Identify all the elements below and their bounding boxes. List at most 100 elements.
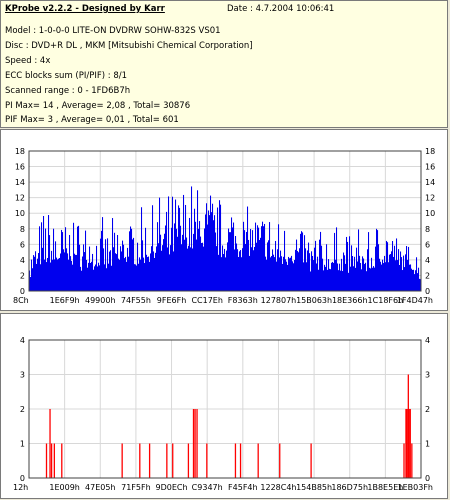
pi-bar xyxy=(63,249,65,291)
pi-bar xyxy=(82,256,84,291)
pi-bar xyxy=(67,253,69,291)
y-tick-right: 10 xyxy=(425,209,435,218)
x-tick: 186D75h xyxy=(331,483,368,492)
pi-bar xyxy=(402,270,404,291)
pi-bar xyxy=(301,231,303,291)
x-tick: C9347h xyxy=(192,483,223,492)
pi-bar xyxy=(102,217,104,291)
pi-bar xyxy=(289,258,291,291)
pi-bar xyxy=(342,271,344,291)
pi-bar xyxy=(380,261,382,291)
pi-bar xyxy=(305,248,307,291)
pi-bar xyxy=(227,242,229,291)
pi-bar xyxy=(34,256,36,291)
pi-bar xyxy=(348,272,350,291)
x-tick: 12h xyxy=(13,483,28,492)
pif-bar xyxy=(411,443,413,478)
pi-bar xyxy=(193,233,195,291)
pi-bar xyxy=(379,258,381,291)
pi-bar xyxy=(221,257,223,291)
pi-bar xyxy=(249,255,251,291)
pi-bar xyxy=(256,242,258,291)
pi-bar xyxy=(222,245,224,291)
pi-bar xyxy=(254,246,256,291)
pi-bar xyxy=(262,221,264,291)
pi-bar xyxy=(172,196,174,291)
pi-bar xyxy=(47,257,49,291)
pi-bar xyxy=(362,256,364,291)
pi-bar xyxy=(139,257,141,291)
pi-bar xyxy=(158,243,160,291)
pi-bar xyxy=(223,254,225,291)
pi-bar xyxy=(44,259,46,291)
pi-bar xyxy=(266,259,268,291)
pi-bar xyxy=(154,257,156,291)
pi-bar xyxy=(146,254,148,291)
pi-bar xyxy=(282,263,284,291)
pi-bar xyxy=(155,252,157,291)
pi-bar xyxy=(307,250,309,291)
pi-bar xyxy=(276,261,278,291)
pi-bar xyxy=(257,225,259,291)
pi-bar xyxy=(112,218,114,291)
pi-bar xyxy=(196,239,198,291)
pi-bar xyxy=(159,197,161,291)
y-tick-right: 0 xyxy=(425,474,430,483)
pi-bar xyxy=(391,251,393,291)
pi-bar xyxy=(204,228,206,291)
pi-bar xyxy=(161,250,163,291)
pi-bar xyxy=(361,269,363,291)
pi-bar xyxy=(239,251,241,291)
x-tick: 127807h xyxy=(261,296,297,305)
pi-bar xyxy=(324,264,326,291)
pi-bar xyxy=(290,257,292,291)
pi-bar xyxy=(187,248,189,291)
pi-bar xyxy=(95,264,97,291)
pi-bar xyxy=(321,245,323,291)
pi-bar xyxy=(375,246,377,291)
pi-bar xyxy=(363,258,365,291)
pif-bar xyxy=(257,443,259,478)
pi-bar xyxy=(43,215,45,291)
pi-bar xyxy=(260,237,262,291)
pi-bar xyxy=(198,228,200,291)
pi-bar xyxy=(186,237,188,291)
pi-bar xyxy=(200,236,202,291)
x-tick: F8363h xyxy=(228,296,258,305)
pi-bar xyxy=(253,250,255,291)
pi-bar xyxy=(45,228,47,291)
pif-bar xyxy=(206,443,208,478)
pi-bar xyxy=(64,252,66,291)
pi-bar xyxy=(182,234,184,291)
pi-bar xyxy=(207,224,209,291)
pi-bar xyxy=(370,268,372,291)
pif-bar xyxy=(50,443,53,478)
pi-bar xyxy=(241,257,243,291)
pi-bar xyxy=(212,203,214,291)
pi-bar xyxy=(89,246,91,291)
x-tick: 18E366h xyxy=(332,296,368,305)
pi-bar xyxy=(136,265,138,291)
pi-bar xyxy=(153,251,155,291)
pi-bar xyxy=(283,256,285,291)
pi-bar xyxy=(140,259,142,291)
pi-bar xyxy=(217,207,219,291)
x-tick: 9FE6Fh xyxy=(157,296,187,305)
pi-bar xyxy=(369,267,371,291)
pif-bar xyxy=(279,443,281,478)
pi-bar xyxy=(303,262,305,291)
pi-bar xyxy=(294,259,296,291)
pi-bar xyxy=(414,274,416,291)
pi-bar xyxy=(190,247,192,291)
pi-bar xyxy=(418,267,420,291)
pi-bar xyxy=(40,264,42,291)
pi-bar xyxy=(149,261,151,291)
pi-bar xyxy=(58,258,60,291)
pi-bar xyxy=(336,227,338,291)
pi-bar xyxy=(271,256,273,291)
pi-bar xyxy=(390,254,392,291)
pi-bar xyxy=(228,228,230,291)
pi-bar xyxy=(36,263,38,291)
pi-bar xyxy=(378,244,380,291)
pi-bar xyxy=(328,259,330,291)
